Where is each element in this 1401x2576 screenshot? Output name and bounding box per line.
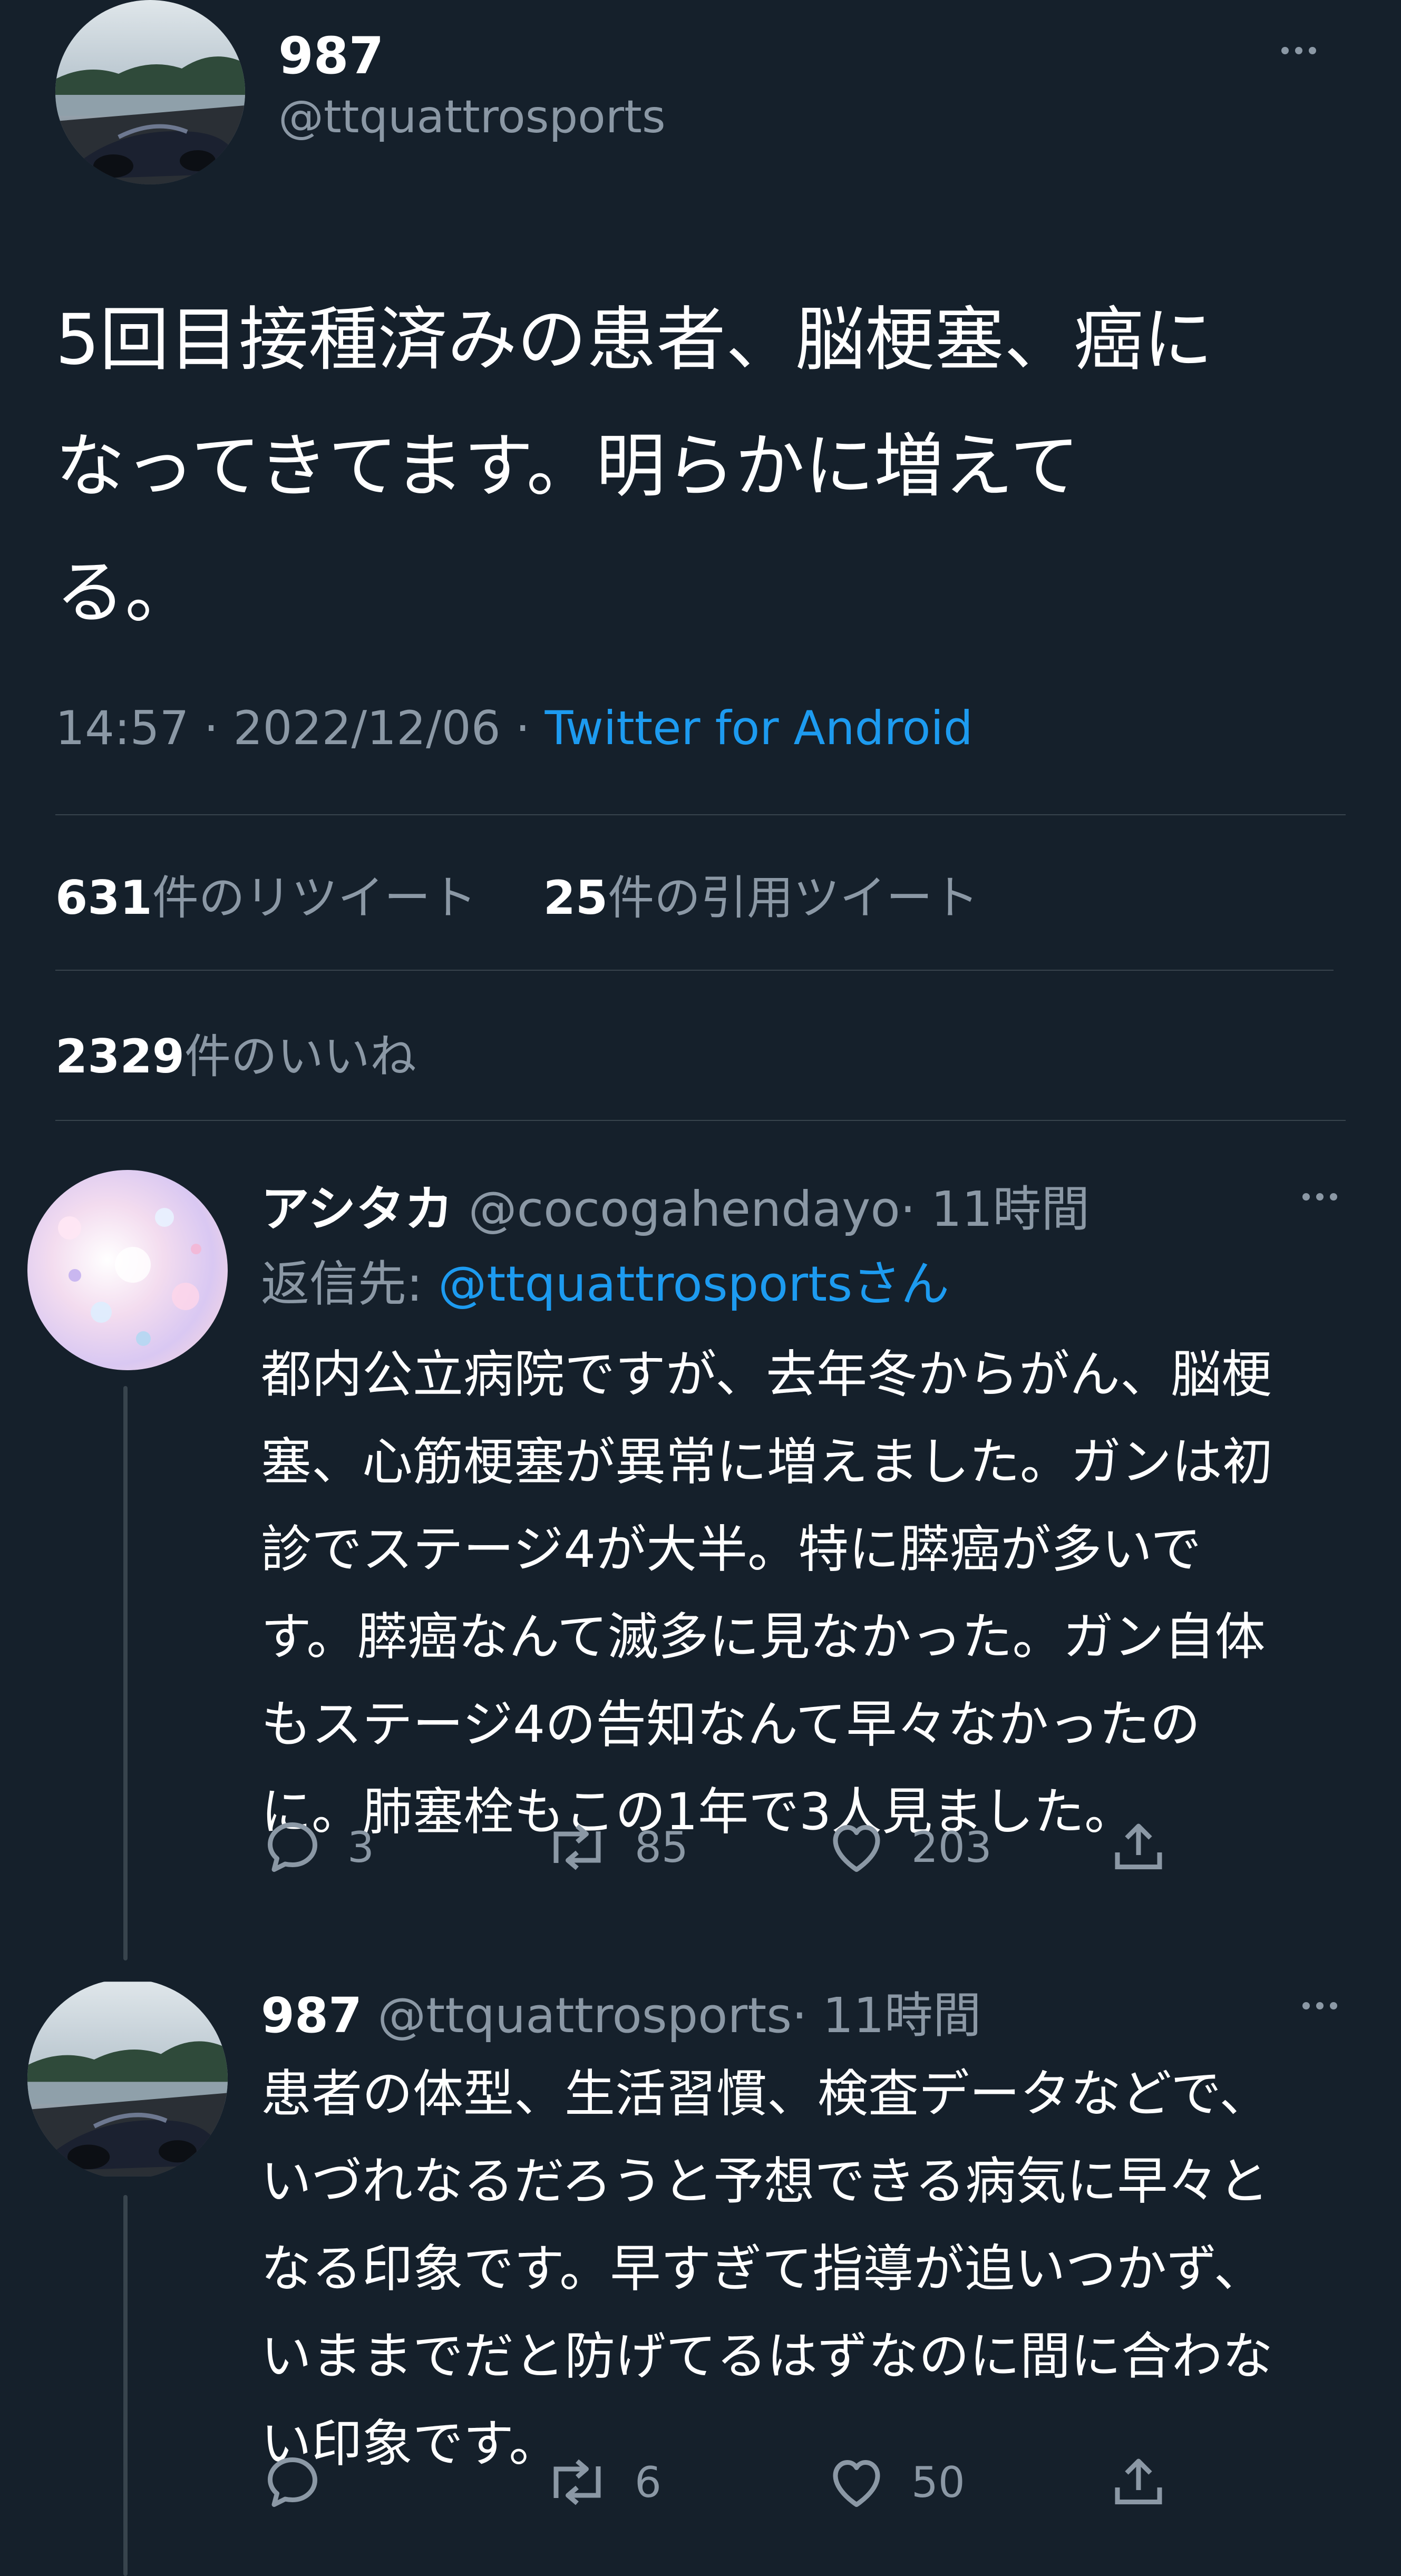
heart-icon xyxy=(833,1825,880,1872)
tweet-date: 2022/12/06 xyxy=(233,701,501,755)
main-tweet-text: 5回目接種済みの患者、脳梗塞、癌に なってきてます。明らかに増えて る。 xyxy=(55,277,1213,656)
tweet-timestamp: 14:57 · 2022/12/06 · Twitter for Android xyxy=(55,701,973,755)
thread-line xyxy=(123,2195,128,2576)
reply-handle[interactable]: @cocogahendayo xyxy=(469,1181,900,1237)
retweet-arrows-icon xyxy=(553,2459,601,2505)
reply-display-name[interactable]: アシタカ xyxy=(261,1181,453,1237)
reply-text-line: 塞、心筋梗塞が異常に増えました。ガンは初 xyxy=(261,1432,1273,1491)
reply-header: アシタカ @cocogahendayo· 11時間 xyxy=(261,1170,1089,1240)
like-count: 50 xyxy=(911,2457,965,2507)
retweet-arrows-icon xyxy=(553,1824,601,1870)
thread-line xyxy=(123,1386,128,1960)
reply-text-line: 患者の体型、生活習慣、検査データなどで、 xyxy=(261,2064,1270,2123)
replying-to-link[interactable]: @ttquattrosportsさん xyxy=(438,1256,949,1312)
tweet-source-link[interactable]: Twitter for Android xyxy=(545,701,973,755)
retweet-button[interactable]: 85 xyxy=(543,1816,688,1879)
quotes-count: 25 xyxy=(543,871,608,925)
reply-button[interactable] xyxy=(261,2451,347,2514)
retweet-button[interactable]: 6 xyxy=(543,2451,661,2514)
reply-more-options-button[interactable] xyxy=(1299,1193,1340,1203)
like-button[interactable]: 203 xyxy=(825,1816,992,1879)
tweet-stats-row: 631件のリツイート 25件の引用ツイート xyxy=(55,861,979,928)
reply-text: 患者の体型、生活習慣、検査データなどで、 いづれなるだろうと予想できる病気に早々… xyxy=(261,2050,1273,2487)
reply-handle[interactable]: @ttquattrosports xyxy=(377,1987,792,2044)
more-options-button[interactable] xyxy=(1278,46,1319,56)
likes-stat[interactable]: 2329件のいいね xyxy=(55,1019,416,1086)
separator: · xyxy=(500,701,545,755)
share-button[interactable] xyxy=(1107,2451,1170,2514)
more-dots-icon xyxy=(1281,47,1289,54)
main-tweet-display-name[interactable]: 987 xyxy=(278,26,384,85)
reply-avatar[interactable] xyxy=(27,1170,228,1370)
like-count: 203 xyxy=(911,1822,992,1872)
reply-text-line: 診でステージ4が大半。特に膵癌が多いで xyxy=(261,1520,1202,1579)
heart-icon xyxy=(833,2460,880,2507)
replying-to-prefix: 返信先: xyxy=(261,1256,439,1312)
reply-text-line: 都内公立病院ですが、去年冬からがん、脳梗 xyxy=(261,1345,1272,1404)
reply-bubble-icon xyxy=(268,2457,317,2507)
like-button[interactable]: 50 xyxy=(825,2451,965,2514)
retweets-label: 件のリツイート xyxy=(152,871,477,925)
share-upload-icon xyxy=(1115,1823,1162,1869)
share-upload-icon xyxy=(1115,2458,1162,2504)
main-tweet-handle[interactable]: @ttquattrosports xyxy=(278,91,666,143)
reply-text-line: なる印象です。早すぎて指導が追いつかず、 xyxy=(261,2239,1264,2298)
reply-display-name[interactable]: 987 xyxy=(261,1987,362,2044)
reply-text: 都内公立病院ですが、去年冬からがん、脳梗 塞、心筋梗塞が異常に増えました。ガンは… xyxy=(261,1331,1273,1856)
replying-to: 返信先: @ttquattrosportsさん xyxy=(261,1245,949,1315)
retweets-stat[interactable]: 631件のリツイート xyxy=(55,871,477,925)
reply-button[interactable]: 3 xyxy=(261,1816,374,1879)
divider xyxy=(55,970,1334,971)
main-tweet-avatar[interactable] xyxy=(55,0,245,184)
retweets-count: 631 xyxy=(55,871,152,925)
likes-label: 件のいいね xyxy=(184,1029,416,1084)
reply-text-line: いままでだと防げてるはずなのに間に合わな xyxy=(261,2327,1273,2386)
quotes-label: 件の引用ツイート xyxy=(608,871,979,925)
retweet-count: 6 xyxy=(635,2457,661,2507)
reply-time: · 11時間 xyxy=(900,1181,1090,1237)
reply-more-options-button[interactable] xyxy=(1299,2002,1340,2012)
tweet-text-line: 5回目接種済みの患者、脳梗塞、癌に xyxy=(55,299,1213,380)
tweet-text-line: る。 xyxy=(55,552,194,633)
reply-time: · 11時間 xyxy=(792,1987,981,2044)
quotes-stat[interactable]: 25件の引用ツイート xyxy=(543,871,979,925)
share-button[interactable] xyxy=(1107,1816,1170,1879)
reply-count: 3 xyxy=(347,1822,374,1872)
reply-avatar[interactable] xyxy=(27,1979,228,2179)
reply-text-line: もステージ4の告知なんて早々なかったの xyxy=(261,1695,1201,1754)
reply-text-line: いづれなるだろうと予想できる病気に早々と xyxy=(261,2152,1269,2211)
more-dots-icon xyxy=(1302,1193,1310,1201)
tweet-text-line: なってきてます。明らかに増えて xyxy=(55,426,1080,507)
retweet-count: 85 xyxy=(635,1822,688,1872)
likes-count: 2329 xyxy=(55,1029,184,1084)
separator: · xyxy=(189,701,234,755)
reply-header: 987 @ttquattrosports· 11時間 xyxy=(261,1976,981,2046)
divider xyxy=(55,814,1346,815)
tweet-time: 14:57 xyxy=(55,701,189,755)
divider xyxy=(55,1120,1346,1121)
reply-bubble-icon xyxy=(268,1822,317,1872)
reply-text-line: す。膵癌なんて滅多に見なかった。ガン自体 xyxy=(261,1607,1266,1666)
more-dots-icon xyxy=(1302,2002,1310,2009)
